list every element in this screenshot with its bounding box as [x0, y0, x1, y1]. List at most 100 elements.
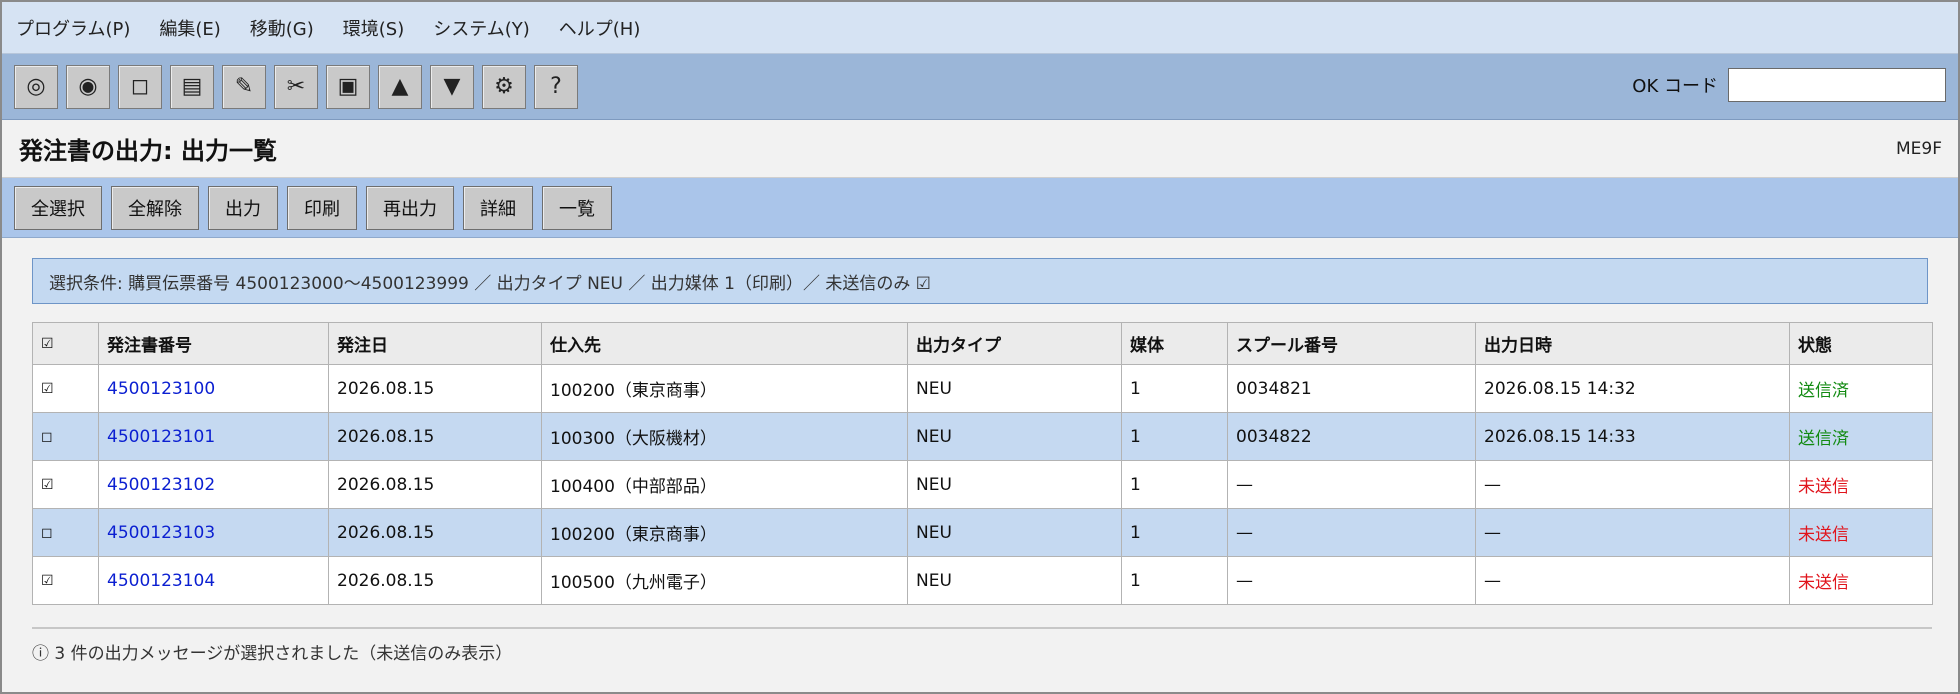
- page-down-icon: ▼: [443, 74, 461, 99]
- status-cell: 未送信: [1789, 508, 1933, 557]
- vendor-cell: 100300（大阪機材）: [541, 412, 908, 461]
- row-checkbox[interactable]: ☑: [32, 460, 99, 509]
- menu-goto[interactable]: 移動(G): [250, 15, 314, 41]
- list-button[interactable]: ▤: [170, 64, 214, 109]
- cut-button[interactable]: ✂: [274, 64, 318, 109]
- table-row[interactable]: ☑ 4500123104 2026.08.15 100500（九州電子） NEU 1— — 未…: [32, 556, 1933, 605]
- table-header-row: ☑ 発注書番号 発注日 仕入先 出力タイプ 媒体 スプール番号 出力日時 状態: [32, 322, 1933, 365]
- record-button[interactable]: ◉: [66, 64, 110, 109]
- table-row[interactable]: ☑ 4500123102 2026.08.15 100400（中部部品） NEU 1— — 未…: [32, 460, 1933, 509]
- po-number-link[interactable]: 4500123101: [98, 412, 329, 461]
- edit-button[interactable]: ✎: [222, 64, 266, 109]
- app-window: プログラム(P) 編集(E) 移動(G) 環境(S) システム(Y) ヘルプ(H…: [0, 0, 1960, 694]
- edit-icon: ✎: [234, 74, 254, 99]
- header-spool-number[interactable]: スプール番号: [1227, 322, 1476, 365]
- details-button[interactable]: 詳細: [463, 185, 533, 230]
- row-checkbox[interactable]: ☑: [32, 556, 99, 605]
- record-icon: ◉: [78, 74, 98, 99]
- menu-help[interactable]: ヘルプ(H): [559, 15, 641, 41]
- select-all-button[interactable]: 全選択: [14, 185, 102, 230]
- page-down-button[interactable]: ▼: [430, 64, 474, 109]
- menu-bar: プログラム(P) 編集(E) 移動(G) 環境(S) システム(Y) ヘルプ(H…: [2, 2, 1958, 54]
- output-button[interactable]: 出力: [208, 185, 278, 230]
- status-cell: 未送信: [1789, 460, 1933, 509]
- action-bar: 全選択 全解除 出力 印刷 再出力 詳細 一覧: [2, 178, 1958, 238]
- medium-cell: 1: [1121, 412, 1228, 461]
- table-row[interactable]: ◻ 4500123101 2026.08.15 100300（大阪機材） NEU 1 003…: [32, 412, 1933, 461]
- status-message: ⓘ 3 件の出力メッセージが選択されました（未送信のみ表示）: [32, 644, 513, 664]
- enter-icon: ◎: [26, 74, 46, 99]
- po-number-link[interactable]: 4500123102: [98, 460, 329, 509]
- spool-number-cell: —: [1227, 508, 1476, 557]
- vendor-cell: 100200（東京商事）: [541, 508, 908, 557]
- order-date-cell: 2026.08.15: [328, 556, 542, 605]
- header-output-datetime[interactable]: 出力日時: [1475, 322, 1790, 365]
- menu-system[interactable]: システム(Y): [433, 15, 530, 41]
- status-cell: 送信済: [1789, 364, 1933, 413]
- help-icon: ?: [550, 74, 562, 99]
- page-up-icon: ▲: [391, 74, 409, 99]
- table-row[interactable]: ◻ 4500123103 2026.08.15 100200（東京商事） NEU 1— — 未…: [32, 508, 1933, 557]
- header-vendor[interactable]: 仕入先: [541, 322, 908, 365]
- menu-edit[interactable]: 編集(E): [159, 15, 220, 41]
- toolbar: ◎ ◉ ◻ ▤ ✎ ✂ ▣ ▲ ▼ ⚙? OK コード: [2, 54, 1958, 120]
- header-po-number[interactable]: 発注書番号: [98, 322, 329, 365]
- table-row[interactable]: ☑ 4500123100 2026.08.15 100200（東京商事） NEU 1 003…: [32, 364, 1933, 413]
- order-date-cell: 2026.08.15: [328, 460, 542, 509]
- ok-code-input[interactable]: [1728, 68, 1946, 102]
- medium-cell: 1: [1121, 556, 1228, 605]
- header-select-all-checkbox[interactable]: ☑: [32, 322, 99, 365]
- output-type-cell: NEU: [907, 508, 1122, 557]
- menu-program[interactable]: プログラム(P): [16, 15, 130, 41]
- header-order-date[interactable]: 発注日: [328, 322, 542, 365]
- order-date-cell: 2026.08.15: [328, 508, 542, 557]
- po-number-link[interactable]: 4500123103: [98, 508, 329, 557]
- po-number-link[interactable]: 4500123100: [98, 364, 329, 413]
- new-icon: ◻: [130, 74, 150, 99]
- output-datetime-cell: 2026.08.15 14:33: [1475, 412, 1790, 461]
- output-datetime-cell: —: [1475, 460, 1790, 509]
- medium-cell: 1: [1121, 460, 1228, 509]
- enter-button[interactable]: ◎: [14, 64, 58, 109]
- page-up-button[interactable]: ▲: [378, 64, 422, 109]
- status-cell: 送信済: [1789, 412, 1933, 461]
- new-button[interactable]: ◻: [118, 64, 162, 109]
- output-type-cell: NEU: [907, 556, 1122, 605]
- row-checkbox[interactable]: ◻: [32, 412, 99, 461]
- display-icon: ▣: [337, 74, 359, 99]
- medium-cell: 1: [1121, 364, 1228, 413]
- content-area: 選択条件: 購買伝票番号 4500123000〜4500123999 ／ 出力タ…: [2, 238, 1958, 664]
- spool-number-cell: —: [1227, 460, 1476, 509]
- toolbar-buttons: ◎ ◉ ◻ ▤ ✎ ✂ ▣ ▲ ▼ ⚙?: [14, 64, 586, 109]
- deselect-all-button[interactable]: 全解除: [111, 185, 199, 230]
- output-datetime-cell: —: [1475, 508, 1790, 557]
- list-button[interactable]: 一覧: [542, 185, 612, 230]
- header-output-type[interactable]: 出力タイプ: [907, 322, 1122, 365]
- menu-settings[interactable]: 環境(S): [343, 15, 404, 41]
- selection-criteria: 選択条件: 購買伝票番号 4500123000〜4500123999 ／ 出力タ…: [32, 258, 1928, 304]
- transaction-code: ME9F: [1895, 138, 1942, 159]
- spool-number-cell: 0034821: [1227, 364, 1476, 413]
- reoutput-button[interactable]: 再出力: [366, 185, 454, 230]
- vendor-cell: 100200（東京商事）: [541, 364, 908, 413]
- settings-button[interactable]: ⚙: [482, 64, 526, 109]
- spool-number-cell: 0034822: [1227, 412, 1476, 461]
- vendor-cell: 100500（九州電子）: [541, 556, 908, 605]
- spool-number-cell: —: [1227, 556, 1476, 605]
- header-status[interactable]: 状態: [1789, 322, 1933, 365]
- status-cell: 未送信: [1789, 556, 1933, 605]
- ok-code-area: OK コード: [1632, 68, 1946, 102]
- print-button[interactable]: 印刷: [287, 185, 357, 230]
- output-datetime-cell: 2026.08.15 14:32: [1475, 364, 1790, 413]
- row-checkbox[interactable]: ☑: [32, 364, 99, 413]
- output-datetime-cell: —: [1475, 556, 1790, 605]
- help-button[interactable]: ?: [534, 64, 578, 109]
- display-button[interactable]: ▣: [326, 64, 370, 109]
- row-checkbox[interactable]: ◻: [32, 508, 99, 557]
- output-type-cell: NEU: [907, 460, 1122, 509]
- settings-icon: ⚙: [494, 74, 514, 99]
- order-date-cell: 2026.08.15: [328, 364, 542, 413]
- footer-divider: [32, 627, 1932, 629]
- header-medium[interactable]: 媒体: [1121, 322, 1228, 365]
- po-number-link[interactable]: 4500123104: [98, 556, 329, 605]
